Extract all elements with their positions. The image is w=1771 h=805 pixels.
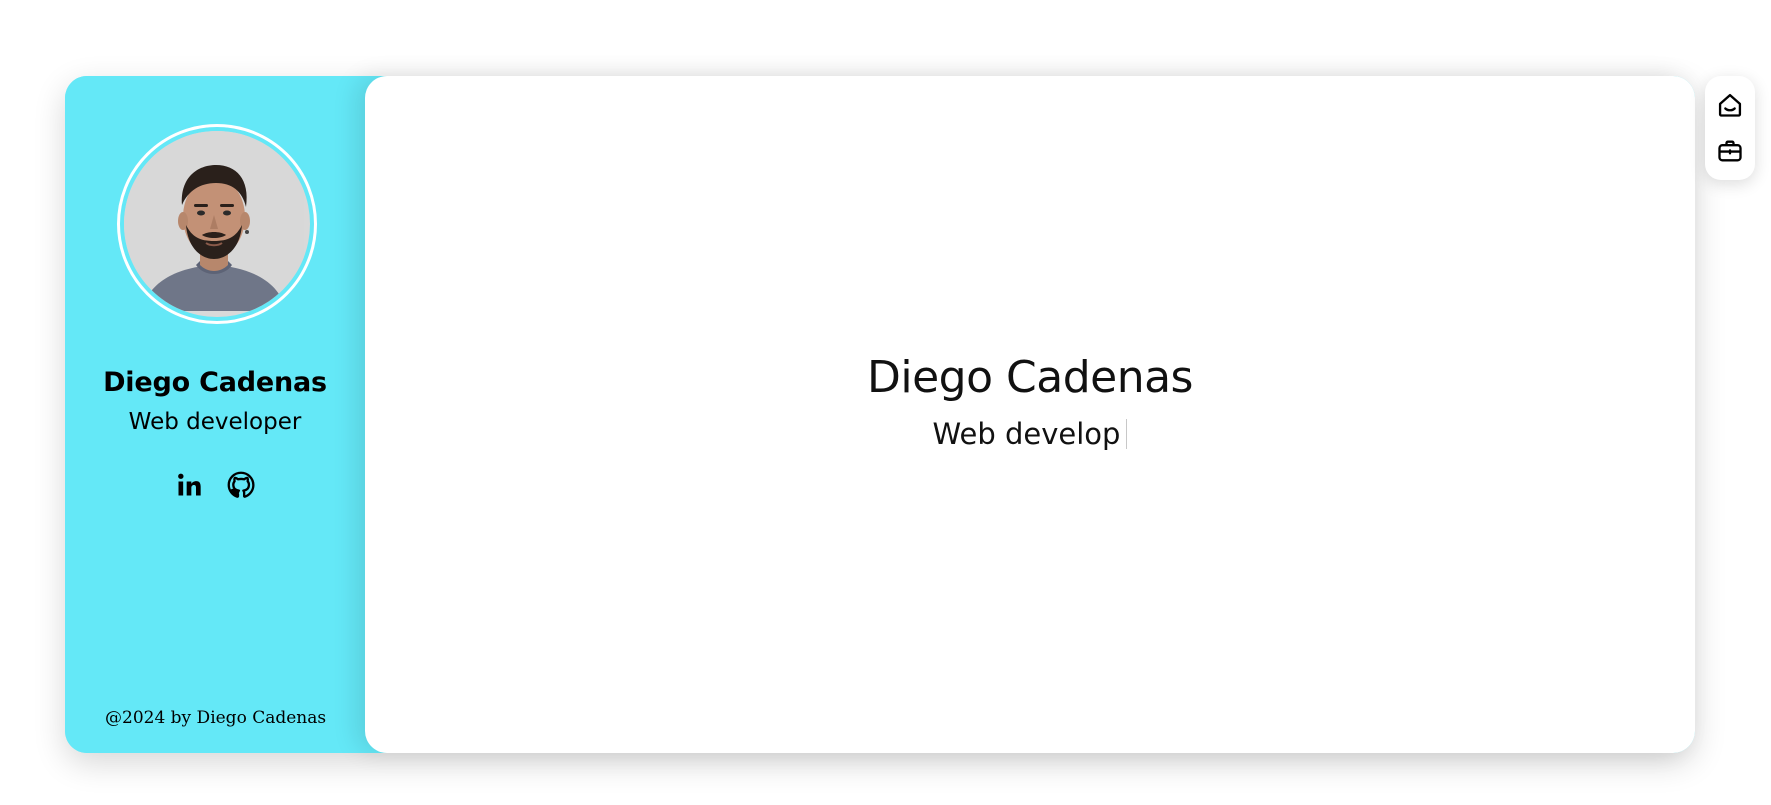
typing-cursor bbox=[1126, 419, 1128, 449]
page: Diego Cadenas Web developer @2024 by Die bbox=[0, 0, 1771, 805]
sidebar-role: Web developer bbox=[128, 409, 302, 435]
sidebar-name: Diego Cadenas bbox=[103, 367, 327, 398]
social-links bbox=[65, 470, 365, 500]
linkedin-icon bbox=[178, 473, 201, 496]
side-nav bbox=[1705, 76, 1755, 180]
avatar-photo bbox=[124, 131, 304, 311]
avatar bbox=[124, 131, 310, 317]
avatar-ring bbox=[117, 124, 317, 324]
linkedin-link[interactable] bbox=[174, 470, 204, 500]
hero-role: Web develop bbox=[365, 417, 1695, 451]
hero-name: Diego Cadenas bbox=[867, 352, 1193, 403]
footer-copyright: @2024 by Diego Cadenas bbox=[105, 708, 327, 728]
profile-sidebar: Diego Cadenas Web developer @2024 by Die bbox=[65, 76, 365, 753]
profile-card: Diego Cadenas Web developer @2024 by Die bbox=[65, 76, 1695, 753]
briefcase-icon bbox=[1718, 140, 1742, 162]
nav-home-button[interactable] bbox=[1714, 89, 1746, 121]
home-icon bbox=[1718, 93, 1742, 117]
main-panel: Diego Cadenas Web develop bbox=[365, 76, 1695, 753]
nav-portfolio-button[interactable] bbox=[1714, 135, 1746, 167]
github-link[interactable] bbox=[226, 470, 256, 500]
github-icon bbox=[227, 471, 255, 498]
hero-typed-role: Web develop bbox=[932, 417, 1121, 451]
